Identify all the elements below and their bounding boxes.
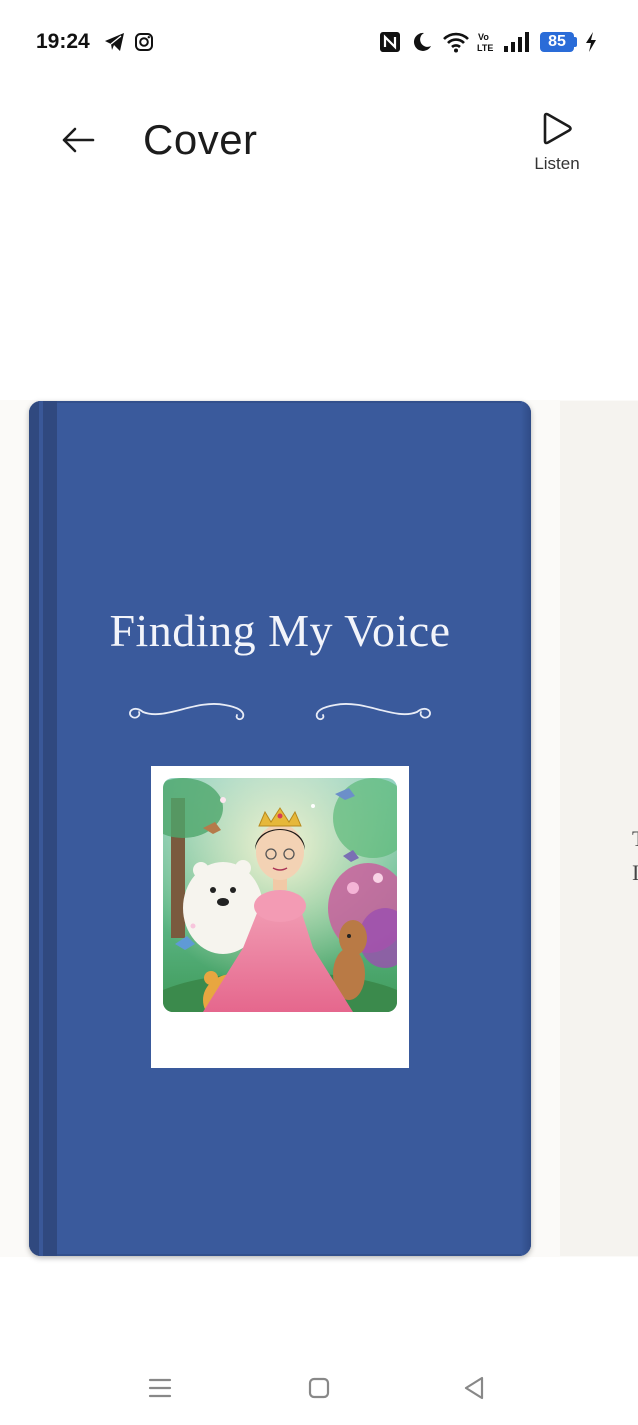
page-title: Cover	[143, 116, 258, 163]
listen-button[interactable]: Listen	[522, 106, 592, 178]
play-icon	[543, 112, 572, 145]
book-spine	[29, 401, 57, 1256]
svg-text:LTE: LTE	[477, 43, 493, 53]
next-page-text: T	[632, 826, 638, 852]
book-title: Finding My Voice	[109, 605, 451, 656]
svg-text:Vo: Vo	[478, 32, 489, 42]
cover-photo	[163, 778, 397, 1012]
back-triangle-icon	[464, 1376, 484, 1400]
system-back-button[interactable]	[450, 1372, 498, 1404]
home-button[interactable]	[295, 1372, 343, 1404]
moon-icon	[410, 30, 434, 54]
menu-icon	[148, 1378, 172, 1398]
flourish-ornament	[129, 703, 431, 721]
instagram-icon	[133, 30, 155, 54]
wifi-icon	[442, 30, 470, 54]
volte-icon: Vo LTE	[474, 30, 496, 54]
back-button[interactable]	[52, 118, 104, 162]
next-page-preview[interactable]: T I	[560, 401, 638, 1256]
home-icon	[308, 1377, 330, 1399]
nfc-icon	[378, 30, 402, 54]
arrow-left-icon	[62, 127, 95, 153]
book-cover[interactable]: Finding My Voice	[29, 401, 531, 1256]
photo-frame	[151, 766, 409, 1068]
battery-level: 85	[540, 32, 574, 52]
book-spine-edge	[39, 401, 43, 1256]
menu-button[interactable]	[136, 1372, 184, 1404]
telegram-icon	[103, 30, 127, 54]
book-edge	[521, 401, 531, 1256]
signal-icon	[502, 30, 530, 54]
navigation-bar	[0, 1350, 638, 1425]
listen-label: Listen	[534, 154, 580, 173]
charging-icon	[582, 30, 600, 54]
status-time: 19:24	[36, 30, 90, 53]
battery-tip	[574, 37, 577, 47]
next-page-text: I	[632, 860, 638, 885]
status-bar: 19:24 Vo LTE 85	[0, 0, 638, 84]
